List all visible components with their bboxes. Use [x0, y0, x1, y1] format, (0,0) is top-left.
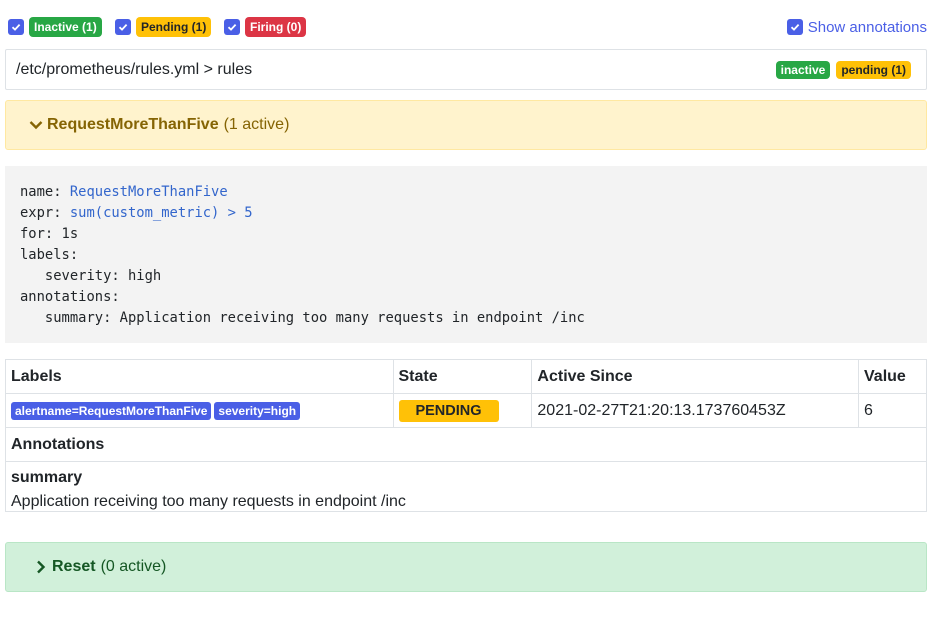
rule-severity-line: severity: high: [20, 268, 162, 284]
rule-name-line: name: RequestMoreThanFive: [20, 184, 228, 200]
label-badge-severity: severity=high: [214, 401, 301, 420]
value-column-header: Value: [858, 359, 927, 394]
alert-rule-header[interactable]: RequestMoreThanFive (1 active): [5, 100, 927, 150]
state-column-header: State: [392, 359, 533, 394]
labels-cell: alertname=RequestMoreThanFive severity=hi…: [5, 393, 394, 428]
rule-expr-link[interactable]: sum(custom_metric) > 5: [70, 205, 253, 221]
check-icon[interactable]: [786, 19, 803, 35]
show-annotations-toggle[interactable]: Show annotations: [786, 17, 927, 37]
filter-firing[interactable]: Firing (0): [224, 17, 307, 37]
reset-rule-active-count: (0 active): [100, 558, 167, 575]
rule-summary-line: summary: Application receiving too many …: [20, 310, 585, 326]
filter-inactive[interactable]: Inactive (1): [8, 17, 102, 37]
rule-name-link[interactable]: RequestMoreThanFive: [70, 184, 228, 200]
labels-column-header: Labels: [5, 359, 394, 394]
pending-count-badge: Pending (1): [136, 17, 212, 37]
check-icon[interactable]: [8, 19, 24, 35]
alert-rule-active-count: (1 active): [223, 116, 290, 133]
state-cell: PENDING: [392, 393, 533, 428]
rule-annotations-line: annotations:: [20, 289, 120, 305]
filter-pending[interactable]: Pending (1): [115, 17, 212, 37]
annotation-value: Application receiving too many requests …: [11, 493, 406, 510]
rule-file-path: /etc/prometheus/rules.yml > rules: [16, 61, 253, 78]
alert-rule-name: RequestMoreThanFive: [47, 116, 219, 133]
annotation-entry: summary Application receiving too many r…: [5, 461, 927, 512]
inactive-badge: inactive: [775, 61, 831, 79]
rule-expr-line: expr: sum(custom_metric) > 5: [20, 205, 253, 221]
chevron-down-icon: [28, 117, 44, 133]
rule-file-badges: inactive pending (1): [775, 61, 911, 79]
alerts-table: Labels State Active Since Value alertnam…: [5, 359, 927, 512]
pending-badge: pending (1): [836, 61, 911, 79]
rule-file-header: /etc/prometheus/rules.yml > rules inacti…: [5, 49, 927, 90]
active-since-cell: 2021-02-27T21:20:13.173760453Z: [531, 393, 860, 428]
inactive-count-badge: Inactive (1): [29, 17, 102, 37]
state-filter-bar: Inactive (1) Pending (1) Firing (0) Show…: [8, 17, 927, 37]
value-cell: 6: [858, 393, 927, 428]
annotations-body-row: summary Application receiving too many r…: [5, 461, 927, 512]
firing-count-badge: Firing (0): [245, 17, 307, 37]
reset-rule-name: Reset: [52, 558, 96, 575]
check-icon[interactable]: [224, 19, 240, 35]
state-badge: PENDING: [398, 399, 499, 422]
annotations-title-row: Annotations: [5, 427, 927, 462]
label-badge-alertname: alertname=RequestMoreThanFive: [11, 401, 212, 420]
rule-labels-line: labels:: [20, 247, 79, 263]
table-header-row: Labels State Active Since Value: [5, 359, 927, 394]
table-row: alertname=RequestMoreThanFive severity=hi…: [5, 393, 927, 428]
annotation-key: summary: [11, 469, 83, 486]
reset-rule-header[interactable]: Reset (0 active): [5, 542, 927, 592]
show-annotations-label[interactable]: Show annotations: [808, 19, 927, 36]
chevron-right-icon: [33, 559, 49, 575]
rule-for-line: for: 1s: [20, 226, 79, 242]
active-since-column-header: Active Since: [531, 359, 860, 394]
annotations-title: Annotations: [5, 427, 927, 462]
rule-definition: name: RequestMoreThanFive expr: sum(cust…: [5, 166, 927, 343]
check-icon[interactable]: [115, 19, 131, 35]
